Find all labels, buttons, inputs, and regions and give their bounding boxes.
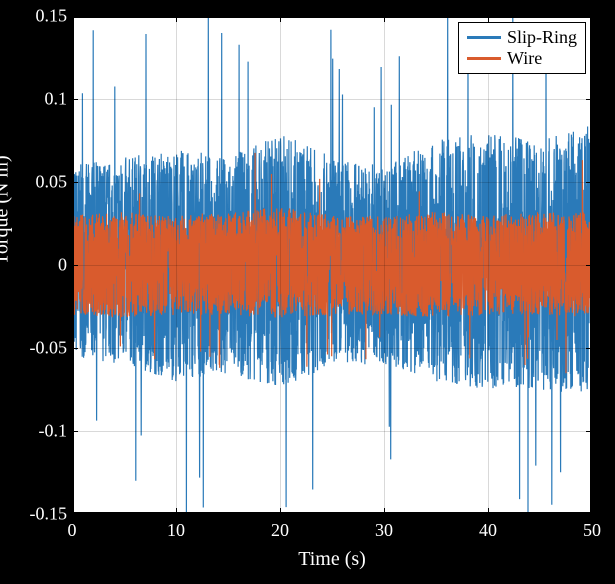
gridline-h [72, 99, 592, 100]
ytick-label: 0.1 [7, 89, 67, 110]
xtick-label: 10 [167, 520, 185, 541]
ytick-mark [586, 348, 592, 350]
ytick-mark [586, 99, 592, 101]
ytick-label: -0.1 [7, 421, 67, 442]
ytick-mark [72, 265, 78, 267]
xtick-label: 40 [479, 520, 497, 541]
legend-label-slip-ring: Slip-Ring [507, 27, 577, 48]
ytick-mark [72, 514, 78, 516]
legend: Slip-Ring Wire [458, 22, 586, 74]
gridline-h [72, 182, 592, 183]
legend-row-wire: Wire [467, 48, 577, 69]
ytick-mark [72, 431, 78, 433]
ytick-mark [586, 16, 592, 18]
x-axis-label: Time (s) [298, 548, 366, 571]
ytick-label: -0.05 [7, 338, 67, 359]
ytick-mark [586, 182, 592, 184]
xtick-mark [384, 16, 386, 22]
ytick-label: 0 [7, 255, 67, 276]
xtick-label: 50 [583, 520, 601, 541]
ytick-mark [586, 265, 592, 267]
xtick-label: 0 [68, 520, 77, 541]
xtick-label: 20 [271, 520, 289, 541]
legend-swatch-wire [467, 57, 501, 60]
xtick-mark [488, 508, 490, 514]
ytick-mark [72, 182, 78, 184]
ytick-mark [586, 514, 592, 516]
ytick-label: 0.05 [7, 172, 67, 193]
legend-swatch-slip-ring [467, 36, 501, 39]
xtick-mark [280, 16, 282, 22]
xtick-mark [176, 508, 178, 514]
gridline-h [72, 431, 592, 432]
xtick-mark [280, 508, 282, 514]
xtick-label: 30 [375, 520, 393, 541]
gridline-h [72, 348, 592, 349]
ytick-label: -0.15 [7, 504, 67, 525]
gridline-h [72, 265, 592, 266]
ytick-mark [586, 431, 592, 433]
xtick-mark [384, 508, 386, 514]
ytick-mark [72, 348, 78, 350]
ytick-mark [72, 16, 78, 18]
ytick-mark [72, 99, 78, 101]
xtick-mark [176, 16, 178, 22]
legend-label-wire: Wire [507, 48, 542, 69]
legend-row-slip-ring: Slip-Ring [467, 27, 577, 48]
ytick-label: 0.15 [7, 6, 67, 27]
chart-plot-area: Slip-Ring Wire [72, 16, 592, 514]
